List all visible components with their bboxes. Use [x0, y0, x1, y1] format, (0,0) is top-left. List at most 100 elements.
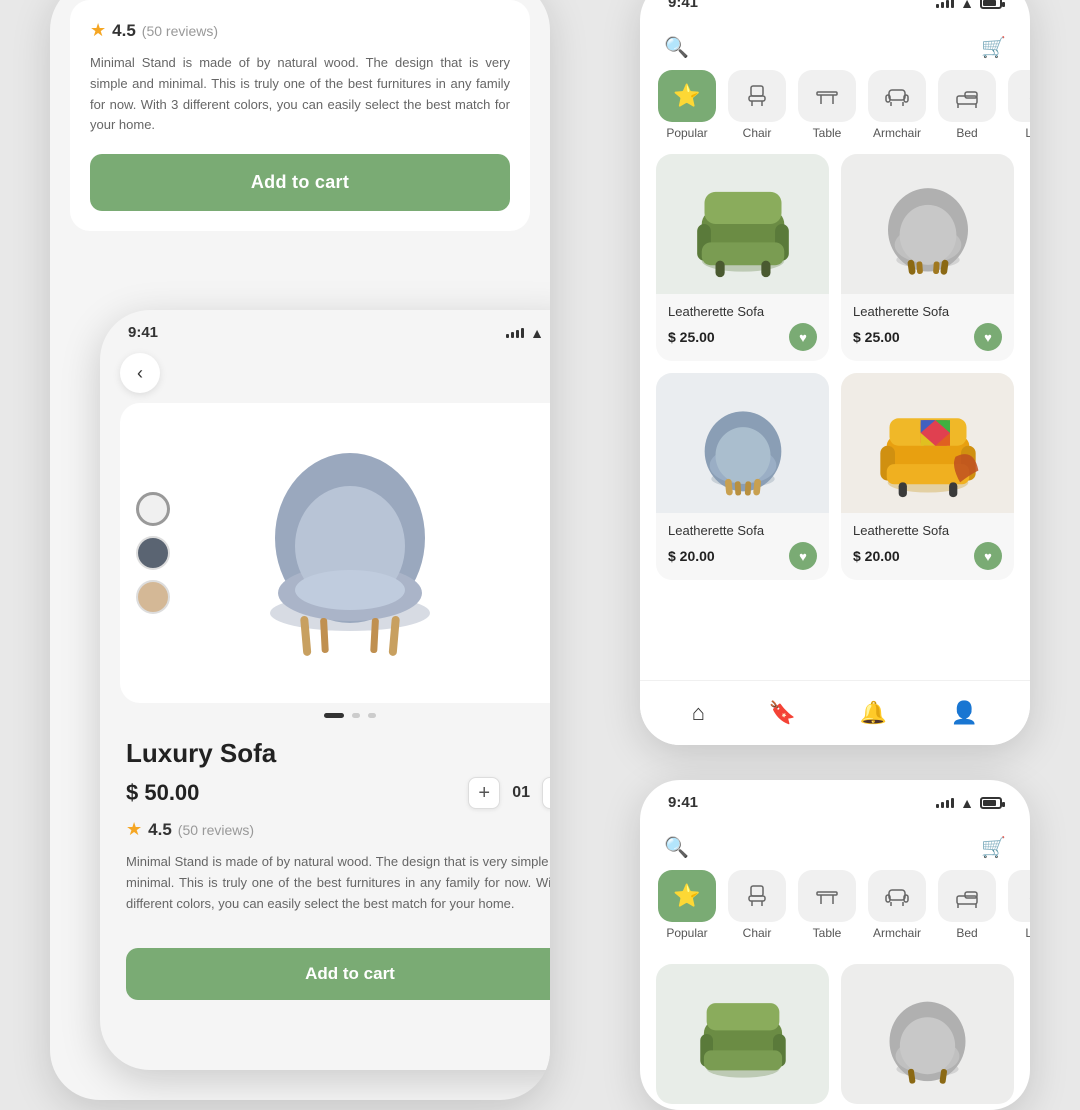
phone-right-bottom: 9:41 ▲ 🔍 🛒 ⭐ Popular	[640, 780, 1030, 1110]
category-armchair-icon	[868, 70, 926, 122]
status-icons: ▲	[506, 325, 550, 341]
color-swatch-white[interactable]	[136, 492, 170, 526]
product-image-area	[120, 403, 550, 703]
product-card-2-favorite-button[interactable]: ♥	[974, 323, 1002, 351]
quantity-decrement-button[interactable]: −	[542, 777, 550, 809]
product-card-2-image	[841, 154, 1014, 294]
category-bed-icon	[938, 70, 996, 122]
nav-bell-icon[interactable]: 🔔	[860, 700, 887, 726]
product-card-2-price: $ 25.00	[853, 329, 900, 345]
bottom-category-armchair[interactable]: Armchair	[866, 870, 928, 940]
dot-active	[324, 713, 344, 718]
bottom-product-description: Minimal Stand is made of by natural wood…	[126, 852, 550, 914]
category-chair[interactable]: Chair	[726, 70, 788, 140]
bottom-category-lamp[interactable]: La...	[1006, 870, 1030, 940]
bottom-add-to-cart-button[interactable]: Add to cart	[126, 948, 550, 1000]
product-card-1[interactable]: Leatherette Sofa $ 25.00 ♥	[656, 154, 829, 361]
signal-bars-icon	[506, 328, 524, 338]
wifi-icon: ▲	[530, 325, 544, 341]
phone-left: ★ 4.5 (50 reviews) Minimal Stand is made…	[50, 0, 550, 1100]
product-card-2-bottom: $ 25.00 ♥	[853, 323, 1002, 351]
product-info: Luxury Sofa $ 50.00 + 01 − ★ 4.5 (50 rev…	[100, 728, 550, 914]
bottom-category-popular-label: Popular	[666, 926, 707, 940]
category-popular-icon: ⭐	[658, 70, 716, 122]
right-signal-icon	[936, 0, 954, 8]
bottom-category-armchair-icon	[868, 870, 926, 922]
products-grid: Leatherette Sofa $ 25.00 ♥	[640, 154, 1030, 580]
category-popular[interactable]: ⭐ Popular	[656, 70, 718, 140]
right-wifi-icon: ▲	[960, 0, 974, 11]
nav-bookmark-icon[interactable]: 🔖	[769, 700, 796, 726]
category-table[interactable]: Table	[796, 70, 858, 140]
quantity-increment-button[interactable]: +	[468, 777, 500, 809]
bottom-category-chair[interactable]: Chair	[726, 870, 788, 940]
category-lamp[interactable]: La...	[1006, 70, 1030, 140]
bottom-category-table-icon	[798, 870, 856, 922]
color-swatches	[136, 492, 170, 614]
bottom-right-search-icon[interactable]: 🔍	[664, 835, 689, 860]
product-card-2[interactable]: Leatherette Sofa $ 25.00 ♥	[841, 154, 1014, 361]
product-card-4-image	[841, 373, 1014, 513]
product-card-3-bottom: $ 20.00 ♥	[668, 542, 817, 570]
product-detail-phone: 9:41 ▲ ‹	[100, 310, 550, 1070]
category-bed[interactable]: Bed	[936, 70, 998, 140]
product-card-4[interactable]: Leatherette Sofa $ 20.00 ♥	[841, 373, 1014, 580]
top-add-to-cart-button[interactable]: Add to cart	[90, 154, 510, 211]
product-card-3-image	[656, 373, 829, 513]
product-card-1-image	[656, 154, 829, 294]
category-chair-icon	[728, 70, 786, 122]
product-card-3-favorite-button[interactable]: ♥	[789, 542, 817, 570]
categories-row: ⭐ Popular Chair Table	[640, 70, 1030, 154]
top-rating-value: 4.5	[112, 21, 136, 41]
bottom-category-popular[interactable]: ⭐ Popular	[656, 870, 718, 940]
category-armchair[interactable]: Armchair	[866, 70, 928, 140]
bottom-category-bed-icon	[938, 870, 996, 922]
back-button[interactable]: ‹	[120, 353, 160, 393]
top-product-description: Minimal Stand is made of by natural wood…	[90, 53, 510, 136]
bottom-product-card-1[interactable]	[656, 964, 829, 1104]
price-qty-row: $ 50.00 + 01 −	[126, 777, 550, 809]
category-chair-label: Chair	[743, 126, 772, 140]
product-card-4-favorite-button[interactable]: ♥	[974, 542, 1002, 570]
product-name: Luxury Sofa	[126, 738, 550, 769]
dot-inactive-2	[368, 713, 376, 718]
bottom-right-battery-icon	[980, 797, 1002, 809]
bottom-right-status-time: 9:41	[668, 794, 698, 811]
status-bar: 9:41 ▲	[100, 310, 550, 349]
bottom-product-card-2[interactable]	[841, 964, 1014, 1104]
nav-user-icon[interactable]: 👤	[951, 700, 978, 726]
product-image	[240, 428, 460, 678]
product-card-1-favorite-button[interactable]: ♥	[789, 323, 817, 351]
nav-home-icon[interactable]: ⌂	[692, 700, 705, 726]
color-swatch-beige[interactable]	[136, 580, 170, 614]
bottom-right-products-partial	[640, 964, 1030, 1104]
right-status-bar: 9:41 ▲	[640, 0, 1030, 19]
bottom-category-bed[interactable]: Bed	[936, 870, 998, 940]
product-card-1-name: Leatherette Sofa	[668, 304, 817, 319]
cart-icon[interactable]: 🛒	[981, 35, 1006, 60]
product-card-3-price: $ 20.00	[668, 548, 715, 564]
bottom-right-signal-icon	[936, 798, 954, 808]
right-status-time: 9:41	[668, 0, 698, 11]
right-status-icons: ▲	[936, 0, 1002, 11]
bottom-category-popular-icon: ⭐	[658, 870, 716, 922]
bottom-right-cart-icon[interactable]: 🛒	[981, 835, 1006, 860]
bottom-category-table[interactable]: Table	[796, 870, 858, 940]
product-card-4-name: Leatherette Sofa	[853, 523, 1002, 538]
color-swatch-gray[interactable]	[136, 536, 170, 570]
product-card-3-info: Leatherette Sofa $ 20.00 ♥	[656, 513, 829, 580]
dot-inactive-1	[352, 713, 360, 718]
top-product-card: ★ 4.5 (50 reviews) Minimal Stand is made…	[70, 0, 530, 231]
product-card-1-bottom: $ 25.00 ♥	[668, 323, 817, 351]
category-popular-label: Popular	[666, 126, 707, 140]
product-card-3[interactable]: Leatherette Sofa $ 20.00 ♥	[656, 373, 829, 580]
bottom-category-table-label: Table	[813, 926, 842, 940]
search-icon[interactable]: 🔍	[664, 35, 689, 60]
quantity-value: 01	[512, 784, 530, 802]
category-bed-label: Bed	[956, 126, 977, 140]
product-card-2-name: Leatherette Sofa	[853, 304, 1002, 319]
bottom-rating-value: 4.5	[148, 820, 172, 840]
category-table-label: Table	[813, 126, 842, 140]
bottom-right-wifi-icon: ▲	[960, 795, 974, 811]
bottom-category-chair-icon	[728, 870, 786, 922]
